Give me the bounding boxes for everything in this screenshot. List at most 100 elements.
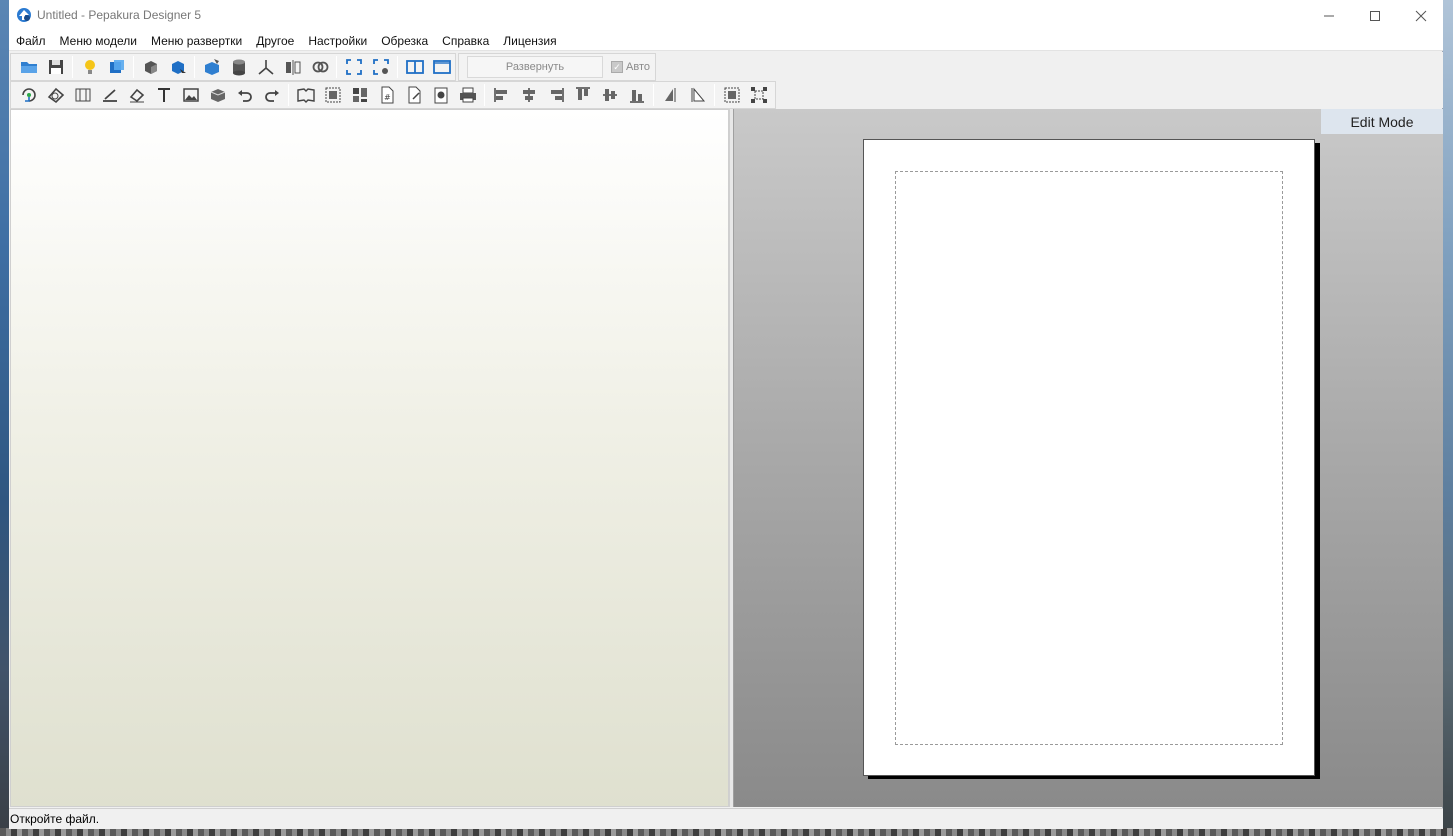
title-bar[interactable]: Untitled - Pepakura Designer 5 — [9, 0, 1443, 31]
desktop-background-left — [0, 0, 9, 836]
join-icon — [47, 87, 64, 104]
maximize-icon — [1370, 10, 1380, 21]
paint-cube-button[interactable] — [200, 55, 224, 79]
align-right-icon — [550, 88, 564, 102]
menu-help[interactable]: Справка — [435, 31, 496, 51]
select-face-button[interactable] — [139, 55, 163, 79]
image-button[interactable] — [179, 83, 203, 107]
auto-checkbox-label: Авто — [626, 61, 650, 73]
mirror-button[interactable] — [281, 55, 305, 79]
undo-icon — [237, 90, 252, 102]
arrange-parts-button[interactable] — [348, 83, 372, 107]
rotate-button[interactable] — [17, 83, 41, 107]
mirror-icon — [285, 60, 300, 75]
eraser-button[interactable] — [125, 83, 149, 107]
open-button[interactable] — [17, 55, 41, 79]
select-face-move-button[interactable] — [166, 55, 190, 79]
select-face-icon — [144, 61, 157, 74]
pepakura-logo-icon — [17, 8, 31, 22]
open-folder-icon — [20, 62, 37, 73]
page-number-button[interactable]: # — [375, 83, 399, 107]
flip-v-button[interactable] — [686, 83, 710, 107]
unfold-book-icon — [296, 88, 315, 103]
align-middle-v-icon — [602, 89, 617, 101]
select-parts-icon — [325, 87, 340, 103]
align-left-button[interactable] — [490, 83, 514, 107]
light-button[interactable] — [78, 55, 102, 79]
status-text: Откройте файл. — [10, 812, 100, 826]
unfold-button[interactable]: Развернуть — [467, 56, 603, 78]
checkbox-check-icon: ✓ — [611, 61, 623, 73]
close-icon — [1415, 10, 1427, 21]
unfold-book-button[interactable] — [294, 83, 318, 107]
minimize-icon — [1324, 15, 1334, 16]
app-window: Untitled - Pepakura Designer 5 Файл Меню… — [9, 0, 1443, 829]
select-parts-button[interactable] — [321, 83, 345, 107]
edit-mode-label: Edit Mode — [1321, 109, 1443, 134]
split-view-button[interactable] — [403, 55, 427, 79]
menu-settings[interactable]: Настройки — [301, 31, 374, 51]
paper-page[interactable] — [863, 139, 1315, 776]
select-face-move-icon — [171, 61, 186, 74]
save-button[interactable] — [44, 55, 68, 79]
window-title: Untitled - Pepakura Designer 5 — [37, 8, 202, 22]
menu-unfold[interactable]: Меню развертки — [144, 31, 249, 51]
group-icon — [724, 87, 739, 103]
lightbulb-icon — [84, 60, 95, 74]
ungroup-button[interactable] — [747, 83, 771, 107]
align-center-h-button[interactable] — [517, 83, 541, 107]
redo-button[interactable] — [260, 83, 284, 107]
menu-other[interactable]: Другое — [249, 31, 301, 51]
box-button[interactable] — [206, 83, 230, 107]
text-button[interactable] — [152, 83, 176, 107]
link-button[interactable] — [308, 55, 332, 79]
align-top-button[interactable] — [571, 83, 595, 107]
line-button[interactable] — [98, 83, 122, 107]
page-edit-button[interactable] — [402, 83, 426, 107]
eraser-icon — [129, 88, 144, 103]
auto-checkbox[interactable]: ✓ Авто — [611, 61, 650, 73]
fit-view-button[interactable] — [342, 55, 366, 79]
cylinder-button[interactable] — [227, 55, 251, 79]
main-toolbar — [10, 53, 456, 81]
cube-paint-icon — [204, 59, 219, 75]
print-preview-button[interactable] — [429, 83, 453, 107]
texture-icon — [109, 60, 124, 73]
print-button[interactable] — [456, 83, 480, 107]
toolbar-separator — [72, 56, 73, 78]
align-right-button[interactable] — [544, 83, 568, 107]
align-center-h-icon — [522, 88, 535, 102]
unfold-2d-view[interactable]: Edit Mode — [734, 109, 1443, 807]
toolbar-separator — [133, 56, 134, 78]
texture-button[interactable] — [105, 55, 129, 79]
axis-button[interactable] — [254, 55, 278, 79]
single-view-button[interactable] — [430, 55, 454, 79]
menu-file[interactable]: Файл — [9, 31, 53, 51]
model-3d-view[interactable] — [10, 109, 729, 807]
link-icon — [312, 61, 328, 73]
page-number-icon: # — [381, 86, 393, 104]
undo-button[interactable] — [233, 83, 257, 107]
menu-license[interactable]: Лицензия — [496, 31, 563, 51]
align-bottom-button[interactable] — [625, 83, 649, 107]
menu-bar: Файл Меню модели Меню развертки Другое Н… — [9, 31, 1443, 51]
edge-edit-button[interactable] — [71, 83, 95, 107]
box-icon — [210, 89, 225, 102]
minimize-button[interactable] — [1306, 0, 1352, 31]
group-button[interactable] — [720, 83, 744, 107]
toolbar-separator — [653, 84, 654, 106]
menu-trim[interactable]: Обрезка — [374, 31, 435, 51]
align-middle-v-button[interactable] — [598, 83, 622, 107]
text-icon — [157, 88, 170, 102]
join-button[interactable] — [44, 83, 68, 107]
close-button[interactable] — [1398, 0, 1444, 31]
fit-settings-button[interactable] — [369, 55, 393, 79]
menu-model[interactable]: Меню модели — [53, 31, 144, 51]
edit-toolbar: # — [10, 81, 776, 109]
flip-h-button[interactable] — [659, 83, 683, 107]
cylinder-icon — [232, 59, 245, 76]
maximize-button[interactable] — [1352, 0, 1398, 31]
redo-icon — [264, 90, 279, 102]
toolbar-separator — [397, 56, 398, 78]
fit-settings-icon — [372, 59, 389, 75]
